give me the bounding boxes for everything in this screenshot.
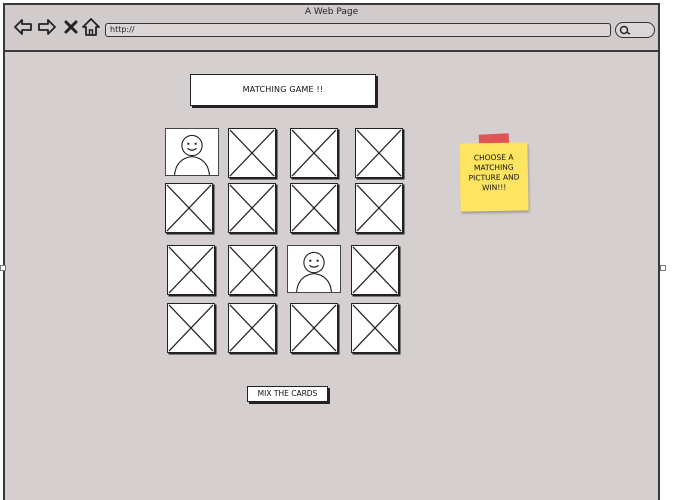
image-placeholder-icon (291, 304, 337, 352)
resize-handle-left (0, 265, 6, 271)
card-face-up[interactable] (165, 128, 219, 176)
card-face-down[interactable] (290, 183, 338, 233)
search-icon (619, 25, 631, 35)
image-placeholder-icon (229, 129, 275, 177)
card-face-down[interactable] (228, 245, 276, 295)
card-face-down[interactable] (355, 128, 403, 178)
image-placeholder-icon (229, 304, 275, 352)
smiley-person-icon (295, 251, 333, 292)
card-face-down[interactable] (355, 183, 403, 233)
image-placeholder-icon (356, 184, 402, 232)
image-placeholder-icon (291, 184, 337, 232)
image-placeholder-icon (356, 129, 402, 177)
window-title: A Web Page (304, 7, 359, 17)
card-face-down[interactable] (228, 183, 276, 233)
image-placeholder-icon (168, 246, 214, 294)
image-placeholder-icon (291, 129, 337, 177)
smiley-person-icon (173, 134, 211, 175)
sticky-note: CHOOSE A MATCHING PICTURE AND WIN!!! (459, 142, 529, 212)
card-face-down[interactable] (290, 303, 338, 353)
home-icon[interactable] (81, 17, 101, 37)
card-face-down[interactable] (165, 183, 213, 233)
resize-handle-right (660, 265, 666, 271)
card-face-down[interactable] (228, 128, 276, 178)
sticky-note-text: CHOOSE A MATCHING PICTURE AND WIN!!! (468, 152, 520, 193)
card-face-down[interactable] (290, 128, 338, 178)
address-bar[interactable]: http:// (105, 23, 611, 37)
image-placeholder-icon (352, 304, 398, 352)
card-face-down[interactable] (228, 303, 276, 353)
image-placeholder-icon (229, 246, 275, 294)
card-face-down[interactable] (351, 245, 399, 295)
image-placeholder-icon (229, 184, 275, 232)
browser-toolbar: A Web Page http:// (5, 5, 658, 52)
close-icon[interactable] (61, 17, 81, 37)
card-face-up[interactable] (287, 245, 341, 293)
image-placeholder-icon (166, 184, 212, 232)
image-placeholder-icon (168, 304, 214, 352)
mix-cards-button[interactable]: MIX THE CARDS (247, 386, 328, 402)
game-title: MATCHING GAME !! (190, 74, 376, 106)
arrow-left-icon[interactable] (13, 17, 33, 37)
card-face-down[interactable] (167, 245, 215, 295)
image-placeholder-icon (352, 246, 398, 294)
arrow-right-icon[interactable] (37, 17, 57, 37)
search-field[interactable] (615, 22, 655, 38)
browser-window: A Web Page http:// MATCHING GAME !! MIX … (3, 3, 660, 500)
card-face-down[interactable] (167, 303, 215, 353)
card-face-down[interactable] (351, 303, 399, 353)
